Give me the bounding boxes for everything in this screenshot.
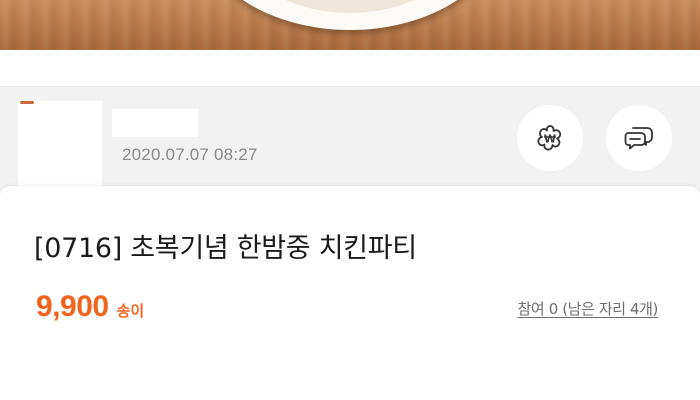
photo-bottom-band [0,50,700,86]
author-header: 2020.07.07 08:27 ₩ [0,86,700,191]
price-row: 9,900 송이 [36,290,144,324]
post-detail-screen: 2020.07.07 08:27 ₩ [0716] 초복기념 한밤중 치킨파티 … [0,0,700,400]
post-title: [0716] 초복기념 한밤중 치킨파티 [34,233,417,264]
avatar[interactable] [18,101,102,187]
price: 9,900 [36,290,109,323]
author-name-redacted [112,109,198,137]
comment-button[interactable] [606,105,672,171]
avatar-mark [20,101,34,104]
like-button[interactable]: ₩ [517,105,583,171]
flower-badge-icon: ₩ [537,125,562,151]
post-card: [0716] 초복기념 한밤중 치킨파티 9,900 송이 참여 0 (남은 자… [0,186,700,400]
participation-link[interactable]: 참여 0 (남은 자리 4개) [518,298,659,319]
post-date: 2020.07.07 08:27 [122,145,258,164]
price-unit: 송이 [116,302,145,320]
svg-text:₩: ₩ [544,133,556,146]
chat-bubbles-icon [624,127,653,150]
food-photo [0,0,700,50]
